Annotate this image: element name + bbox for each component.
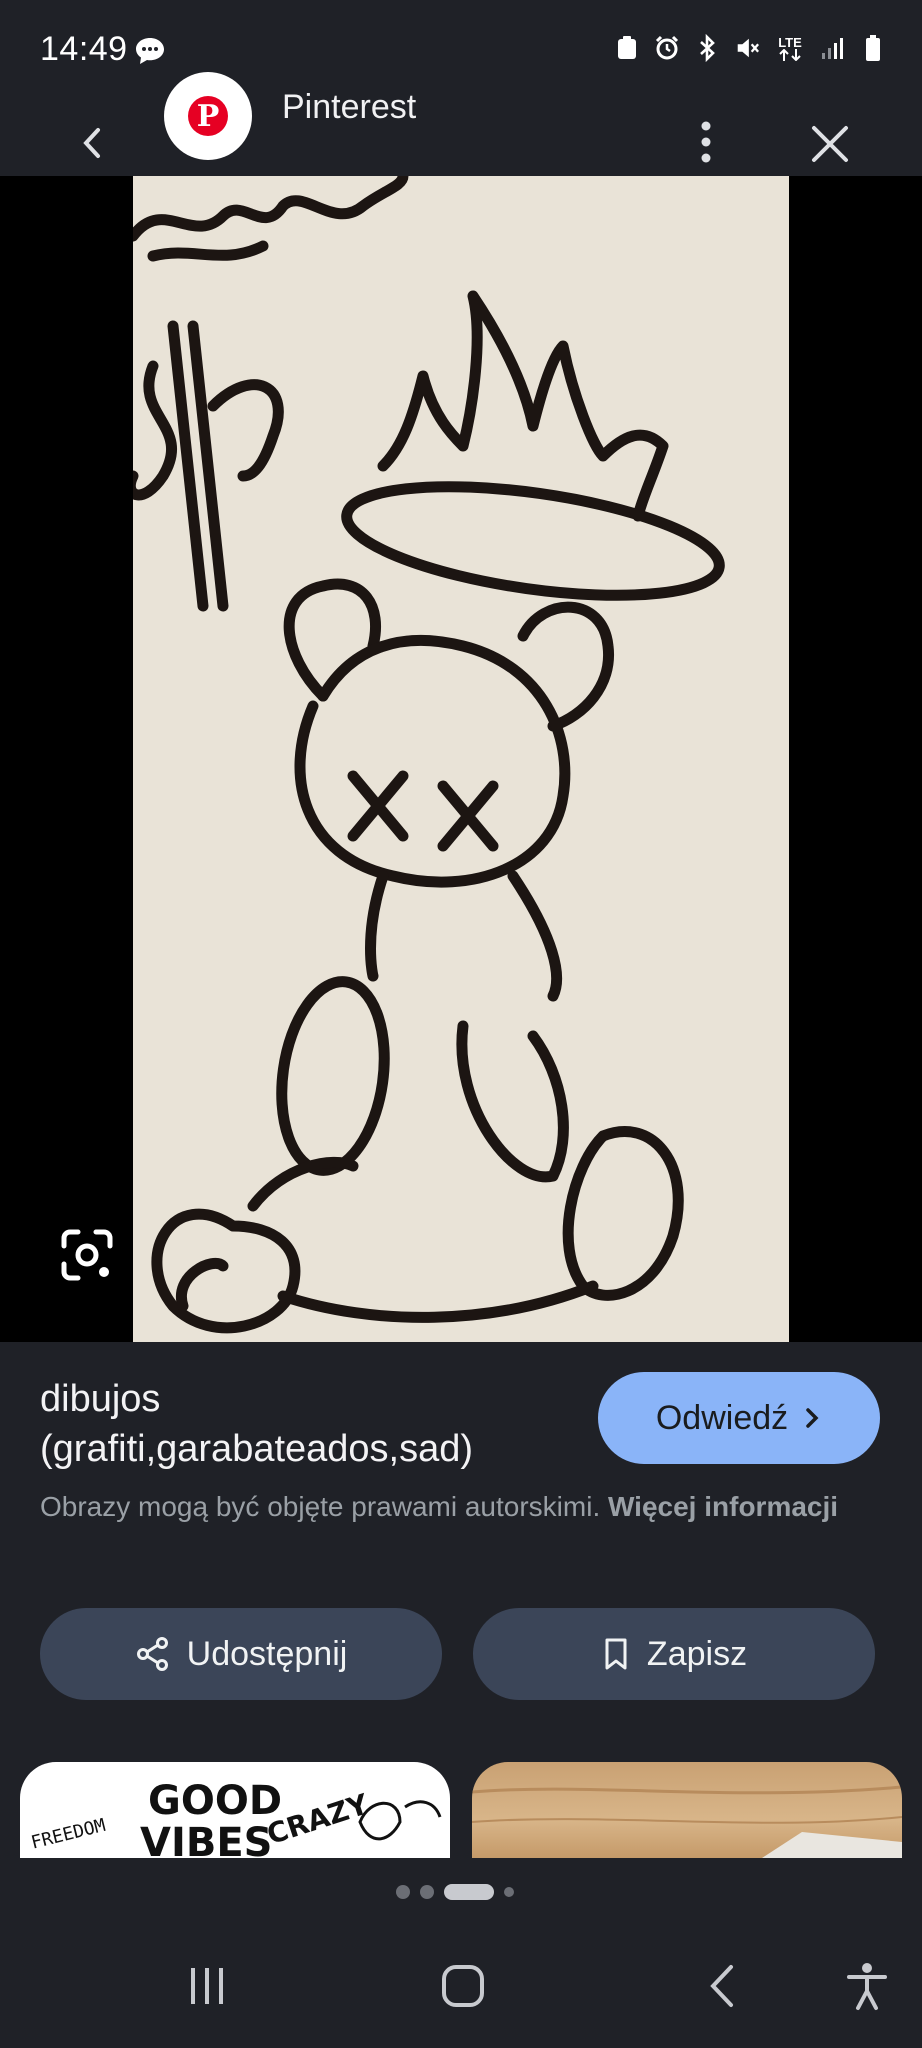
more-info-link[interactable]: Więcej informacji: [608, 1491, 838, 1522]
page-dot: [504, 1887, 514, 1897]
battery-icon: [860, 34, 886, 62]
copyright-text: Obrazy mogą być objęte prawami autorskim…: [40, 1491, 601, 1522]
lte-label: LTE: [778, 34, 802, 50]
share-label: Udostępnij: [186, 1634, 348, 1673]
save-button[interactable]: Zapisz: [473, 1608, 875, 1700]
lens-icon: [61, 1229, 113, 1281]
accessibility-icon: [847, 1963, 887, 2010]
copyright-notice: Obrazy mogą być objęte prawami autorskim…: [40, 1486, 860, 1528]
wood-thumbnail: [472, 1785, 902, 1858]
thumb-text-vibes: VIBES: [140, 1820, 272, 1858]
page-indicator: [396, 1884, 514, 1900]
google-lens-button[interactable]: [58, 1226, 116, 1284]
close-icon: [812, 126, 848, 162]
related-image-1[interactable]: GOOD VIBES CRAZY FREEDOM: [20, 1762, 450, 1858]
page-dot: [396, 1885, 410, 1899]
chevron-left-icon: [83, 128, 100, 158]
chevron-right-icon: [806, 1408, 819, 1428]
pinterest-p-icon: P: [188, 96, 228, 136]
accessibility-button[interactable]: [832, 1956, 902, 2016]
lte-icon: LTE: [774, 34, 806, 62]
related-image-2[interactable]: [472, 1762, 902, 1858]
thumb-text-good: GOOD: [148, 1778, 282, 1824]
share-icon: [136, 1637, 168, 1671]
result-title: dibujos (grafiti,garabateados,sad): [40, 1378, 474, 1470]
header: [0, 60, 922, 176]
bluetooth-icon: [694, 34, 720, 62]
close-button[interactable]: [804, 118, 856, 170]
site-name: Pinterest: [282, 88, 417, 126]
alarm-icon: [654, 34, 680, 62]
visit-button[interactable]: Odwiedź: [598, 1372, 880, 1464]
recycle-icon: [614, 34, 640, 62]
more-options-button[interactable]: [686, 118, 726, 166]
preview-image[interactable]: [133, 176, 789, 1342]
home-button[interactable]: [428, 1956, 498, 2016]
share-button[interactable]: Udostępnij: [40, 1608, 442, 1700]
thumb-text-freedom: FREEDOM: [29, 1815, 108, 1854]
page-dot: [420, 1885, 434, 1899]
bear-doodle-illustration: [133, 176, 725, 1334]
signal-icon: [820, 34, 846, 62]
recents-icon: [191, 1968, 223, 2004]
home-icon: [442, 1965, 484, 2007]
save-label: Zapisz: [646, 1634, 748, 1673]
bookmark-icon: [605, 1638, 627, 1670]
back-button[interactable]: [68, 118, 118, 168]
more-vert-icon: [701, 121, 711, 163]
pinterest-logo: P: [164, 72, 252, 160]
nav-back-button[interactable]: [688, 1956, 758, 2016]
status-icons: LTE: [614, 34, 886, 62]
page-dot-active: [444, 1884, 494, 1900]
visit-label: Odwiedź: [655, 1398, 789, 1437]
recent-apps-button[interactable]: [172, 1956, 242, 2016]
back-icon: [710, 1965, 733, 2007]
graffiti-thumbnail: GOOD VIBES CRAZY FREEDOM: [29, 1778, 442, 1858]
mute-icon: [734, 34, 760, 62]
